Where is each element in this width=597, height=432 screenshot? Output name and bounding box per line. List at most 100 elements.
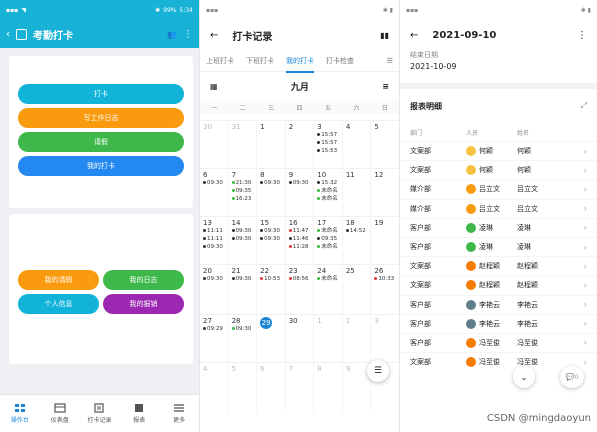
day-number: 6 <box>260 365 265 373</box>
tab-records[interactable]: 打卡记录 <box>80 395 120 432</box>
table-row[interactable]: 客户部 冯至俊 冯至俊 › <box>400 332 597 352</box>
tab-clock-in[interactable]: 上班打卡 <box>200 56 240 66</box>
calendar-day[interactable]: 8 09:30 <box>257 169 286 216</box>
calendar-day[interactable]: 7 <box>286 363 315 412</box>
calendar-day[interactable]: 12 <box>371 169 399 216</box>
month-bar: ▦ 九月 ≡ <box>200 72 399 100</box>
calendar-day[interactable]: 3 15:57 15:57 15:53 <box>314 121 343 168</box>
table-row[interactable]: 客户部 凌琳 凌琳 › <box>400 217 597 237</box>
calendar-day[interactable]: 26 10:33 <box>371 265 399 314</box>
tab-report[interactable]: 报表 <box>119 395 159 432</box>
day-number: 7 <box>231 171 237 179</box>
page-title: 2021-09-10 <box>432 29 497 41</box>
leave-button[interactable]: 请假 <box>18 132 184 152</box>
my-clockin-button[interactable]: 我的打卡 <box>18 156 184 176</box>
tab-clock-out[interactable]: 下班打卡 <box>240 56 280 66</box>
punch-record: 16:23 <box>232 195 254 203</box>
bottom-tab-bar: 操作台 仪表盘 打卡记录 报表 更多 <box>0 394 199 432</box>
calendar-day[interactable]: 11 <box>343 169 372 216</box>
calendar-day[interactable]: 20 09:30 <box>200 265 229 314</box>
calendar-icon[interactable]: ▦ <box>210 82 218 91</box>
tab-console[interactable]: 操作台 <box>0 395 40 432</box>
comment-icon: 💬 <box>565 373 575 381</box>
calendar-day[interactable]: 22 10:53 <box>257 265 286 314</box>
table-row[interactable]: 媒介部 吕立文 吕立文 › <box>400 179 597 198</box>
records-icon <box>94 403 105 413</box>
comment-button[interactable]: 💬 0 <box>560 366 584 388</box>
back-arrow-icon[interactable]: ← <box>210 30 218 41</box>
calendar-day[interactable]: 27 09:29 <box>200 315 229 362</box>
calendar-day[interactable]: 3 <box>371 315 399 362</box>
calendar-day[interactable]: 7 21:30 09:35 16:23 <box>229 169 258 216</box>
calendar-day[interactable]: 29 <box>257 315 286 362</box>
scroll-down-button[interactable]: ⌄ <box>513 366 535 388</box>
my-log-button[interactable]: 我的日志 <box>103 270 184 290</box>
calendar-day[interactable]: 17 未命名 09:35 未命名 <box>314 217 343 264</box>
users-icon[interactable]: 👥 <box>167 30 177 39</box>
calendar-day[interactable]: 23 08:56 <box>286 265 315 314</box>
sort-icon[interactable]: ≡ <box>382 82 389 91</box>
avatar <box>466 357 476 368</box>
calendar-day[interactable]: 21 09:30 <box>229 265 258 314</box>
calendar-day[interactable]: 14 09:30 09:30 <box>229 217 258 264</box>
write-log-button[interactable]: 写工作日志 <box>18 108 184 128</box>
calendar-day[interactable]: 6 <box>257 363 286 412</box>
my-leave-button[interactable]: 我的请假 <box>18 270 99 290</box>
calendar-day[interactable]: 25 <box>343 265 372 314</box>
clock-in-button[interactable]: 打卡 <box>18 84 184 104</box>
calendar-day[interactable]: 13 11:11 11:11 09:30 <box>200 217 229 264</box>
more-icon[interactable]: ⋮ <box>577 30 587 41</box>
calendar-day[interactable]: 4 <box>200 363 229 412</box>
table-row[interactable]: 文案部 赵程颖 赵程颖 › <box>400 275 597 294</box>
calendar-day[interactable]: 15 09:30 09:30 <box>257 217 286 264</box>
back-icon[interactable]: ‹ <box>6 29 10 40</box>
calendar-day[interactable]: 28 09:30 <box>229 315 258 362</box>
back-arrow-icon[interactable]: ← <box>410 30 418 41</box>
table-row[interactable]: 客户部 李艳云 李艳云 › <box>400 313 597 333</box>
chevron-right-icon: › <box>583 357 587 367</box>
calendar-day[interactable]: 6 09:30 <box>200 169 229 216</box>
tab-more[interactable]: 更多 <box>159 395 199 432</box>
table-row[interactable]: 文案部 何颖 何颖 › <box>400 141 597 160</box>
hamburger-icon[interactable]: ☰ <box>381 57 399 65</box>
calendar-day[interactable]: 1 <box>257 121 286 168</box>
expand-icon[interactable]: ⤢ <box>581 101 587 111</box>
calendar-day[interactable]: 19 <box>371 217 399 264</box>
table-row[interactable]: 客户部 凌琳 凌琳 › <box>400 236 597 256</box>
calendar-day[interactable]: 16 11:47 11:46 11:28 <box>286 217 315 264</box>
chevron-right-icon: › <box>583 319 587 329</box>
calendar-day[interactable]: 1 <box>314 315 343 362</box>
status-bar: ▪▪▪ ◥ ✱ 99% 5:34 <box>0 0 199 20</box>
profile-button[interactable]: 个人信息 <box>18 294 99 314</box>
table-row[interactable]: 客户部 李艳云 李艳云 › <box>400 294 597 314</box>
calendar-day[interactable]: 4 <box>343 121 372 168</box>
day-number: 8 <box>260 171 265 179</box>
avatar <box>466 146 476 157</box>
calendar-day[interactable]: 5 <box>229 363 258 412</box>
calendar-day[interactable]: 31 <box>229 121 258 168</box>
calendar-day[interactable]: 2 <box>286 121 315 168</box>
more-icon[interactable]: ⋮ <box>183 29 193 40</box>
tab-check[interactable]: 打卡检查 <box>320 56 360 66</box>
table-row[interactable]: 文案部 何颖 何颖 › <box>400 160 597 179</box>
tab-my-clockin[interactable]: 我的打卡 <box>280 56 320 73</box>
punch-record: 09:30 <box>232 227 254 235</box>
calendar-day[interactable]: 24 未命名 <box>314 265 343 314</box>
calendar-day[interactable]: 9 09:30 <box>286 169 315 216</box>
calendar-day[interactable]: 30 <box>286 315 315 362</box>
calendar-day[interactable]: 8 <box>314 363 343 412</box>
tab-dashboard[interactable]: 仪表盘 <box>40 395 80 432</box>
calendar-day[interactable]: 5 <box>371 121 399 168</box>
table-row[interactable]: 媒介部 吕立文 吕立文 › <box>400 198 597 218</box>
table-row[interactable]: 文案部 赵程颖 赵程颖 › <box>400 256 597 275</box>
chevron-right-icon: › <box>583 165 587 175</box>
bar-chart-icon[interactable]: ▮▮ <box>380 31 389 40</box>
avatar <box>466 184 476 195</box>
my-reimburse-button[interactable]: 我的报销 <box>103 294 184 314</box>
dept-cell: 媒介部 <box>410 204 431 213</box>
list-toggle-button[interactable]: ☰ <box>367 360 389 382</box>
calendar-day[interactable]: 18 14:52 <box>343 217 372 264</box>
calendar-day[interactable]: 30 <box>200 121 229 168</box>
calendar-day[interactable]: 2 <box>343 315 372 362</box>
calendar-day[interactable]: 10 15:32 未命名 未命名 <box>314 169 343 216</box>
